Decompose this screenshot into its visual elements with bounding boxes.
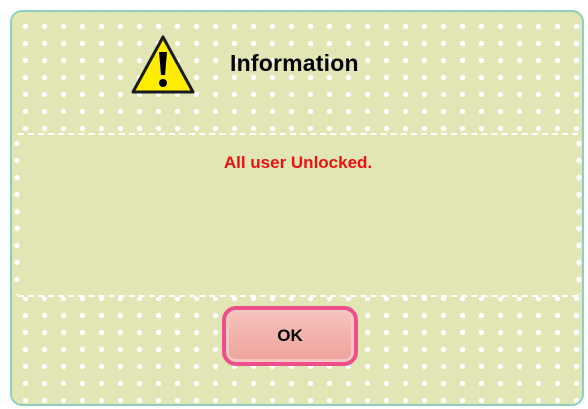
dialog-header: Information: [12, 12, 582, 112]
status-message: All user Unlocked.: [223, 153, 373, 172]
message-panel: All user Unlocked.: [14, 133, 582, 297]
information-dialog: Information All user Unlocked. OK: [10, 10, 584, 406]
ok-button-label: OK: [277, 326, 303, 345]
dialog-title: Information: [230, 50, 359, 76]
ok-button[interactable]: OK: [222, 306, 358, 366]
warning-icon: [130, 34, 196, 96]
